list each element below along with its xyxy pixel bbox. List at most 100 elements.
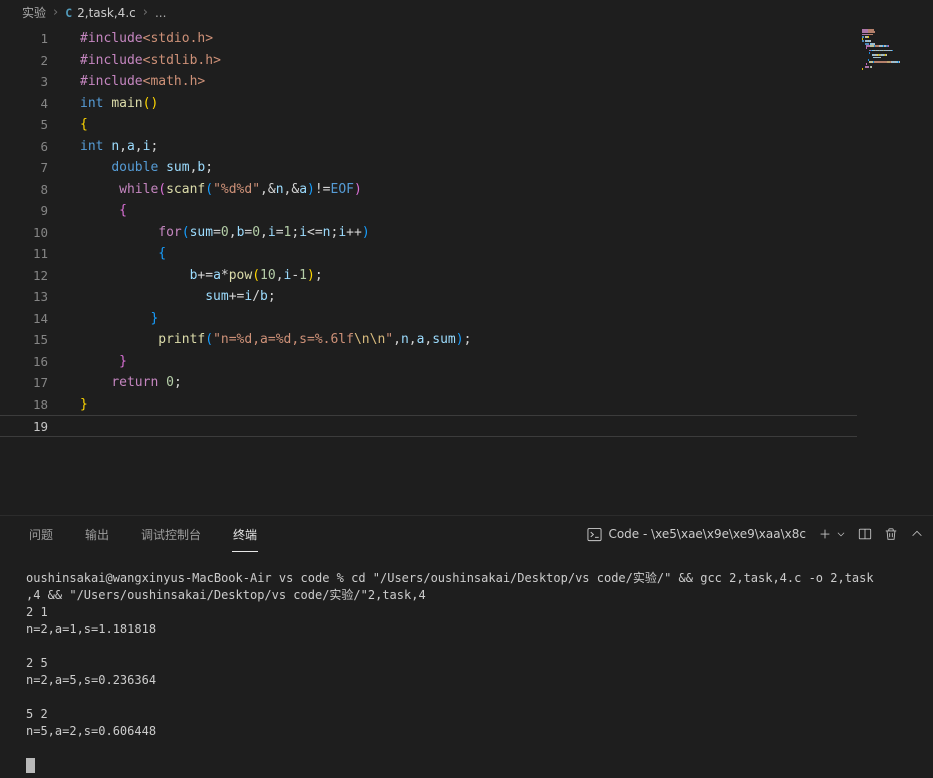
terminal-output[interactable]: oushinsakai@wangxinyus-MacBook-Air vs co… (0, 552, 933, 774)
breadcrumb-symbol-ellipsis[interactable]: ... (155, 6, 166, 20)
split-terminal-button[interactable] (858, 527, 872, 541)
line-number[interactable]: 15 (0, 329, 48, 351)
code-text: printf("n=%d,a=%d,s=%.6lf\n\n",n,a,sum); (158, 332, 472, 347)
c-file-icon: C (65, 5, 73, 20)
code-text: double sum,b; (111, 160, 214, 175)
code-text: b+=a*pow(10,i-1); (189, 267, 323, 283)
line-number[interactable]: 13 (0, 286, 48, 308)
line-number[interactable]: 16 (0, 351, 48, 373)
minimap-line (862, 70, 928, 72)
code-text: return 0; (111, 375, 182, 390)
line-number[interactable]: 5 (0, 114, 48, 136)
terminal-cursor-line (26, 757, 933, 774)
code-text: { (158, 246, 167, 261)
line-number[interactable]: 9 (0, 200, 48, 222)
trash-icon (885, 528, 897, 540)
code-text: while(scanf("%d%d",&n,&a)!=EOF) (119, 181, 362, 197)
terminal-line: n=2,a=5,s=0.236364 (26, 673, 157, 687)
code-line-15[interactable]: 15 printf("n=%d,a=%d,s=%.6lf\n\n",n,a,su… (0, 329, 857, 351)
panel-tabs: 问题 输出 调试控制台 终端 (28, 516, 259, 552)
code-text: } (150, 310, 159, 326)
code-line-11[interactable]: 11 { (0, 243, 857, 265)
terminal-tab[interactable]: Code - \xe5\xae\x9e\xe9\xaa\x8c (587, 527, 806, 542)
code-editor[interactable]: 1 #include<stdio.h> 2 #include<stdlib.h> 3 #i… (0, 25, 933, 515)
line-number[interactable]: 10 (0, 222, 48, 244)
maximize-panel-button[interactable] (910, 527, 924, 541)
breadcrumb-folder[interactable]: 实验 (22, 4, 46, 21)
line-number[interactable]: 6 (0, 136, 48, 158)
code-line-8[interactable]: 8 while(scanf("%d%d",&n,&a)!=EOF) (0, 179, 857, 201)
terminal-line: ,4 && "/Users/oushinsakai/Desktop/vs cod… (26, 588, 426, 602)
kill-terminal-button[interactable] (884, 527, 898, 541)
code-text: } (80, 396, 88, 412)
code-line-7[interactable]: 7 double sum,b; (0, 157, 857, 179)
breadcrumb-file[interactable]: C 2,task,4.c (65, 6, 136, 20)
line-number[interactable]: 18 (0, 394, 48, 416)
line-number[interactable]: 17 (0, 372, 48, 394)
code-line-19[interactable]: 19 (0, 415, 857, 437)
panel-tab-output[interactable]: 输出 (84, 516, 110, 552)
panel-tab-debug-console[interactable]: 调试控制台 (140, 516, 202, 552)
code-lines: 1 #include<stdio.h> 2 #include<stdlib.h> 3 #i… (0, 28, 933, 437)
code-line-16[interactable]: 16 } (0, 351, 857, 373)
terminal-line: oushinsakai@wangxinyus-MacBook-Air vs co… (26, 571, 874, 585)
minimap[interactable] (862, 29, 928, 73)
chevron-up-icon (912, 530, 922, 537)
line-number[interactable]: 3 (0, 71, 48, 93)
code-text: { (119, 203, 127, 218)
code-line-2[interactable]: 2 #include<stdlib.h> (0, 50, 857, 72)
code-line-17[interactable]: 17 return 0; (0, 372, 857, 394)
terminal-line: n=2,a=1,s=1.181818 (26, 622, 157, 636)
code-line-1[interactable]: 1 #include<stdio.h> (0, 28, 857, 50)
line-number[interactable]: 19 (0, 416, 48, 436)
code-text: #include<stdio.h> (80, 31, 214, 46)
line-number[interactable]: 14 (0, 308, 48, 330)
code-line-10[interactable]: 10 for(sum=0,b=0,i=1;i<=n;i++) (0, 222, 857, 244)
code-text: int n,a,i; (80, 138, 159, 154)
code-text: sum+=i/b; (205, 289, 276, 304)
code-text: #include<math.h> (80, 74, 206, 89)
code-text: #include<stdlib.h> (80, 52, 221, 68)
line-number[interactable]: 7 (0, 157, 48, 179)
chevron-right-icon: › (53, 5, 59, 20)
terminal-launch-dropdown-button[interactable] (836, 529, 846, 539)
new-terminal-button[interactable] (818, 527, 832, 541)
terminal-line: 5 2 (26, 707, 48, 721)
panel-tab-problems[interactable]: 问题 (28, 516, 54, 552)
code-line-4[interactable]: 4 int main() (0, 93, 857, 115)
terminal-line: 2 1 (26, 605, 48, 619)
panel-tab-terminal[interactable]: 终端 (232, 516, 259, 552)
breadcrumb-file-label: 2,task,4.c (77, 5, 136, 20)
code-text: int main() (80, 95, 159, 111)
split-icon (858, 528, 872, 540)
code-text: for(sum=0,b=0,i=1;i<=n;i++) (158, 224, 370, 240)
code-line-18[interactable]: 18} (0, 394, 857, 416)
bottom-panel: 问题 输出 调试控制台 终端 Code - \xe5\xae\x9e\xe9\xaa\… (0, 515, 933, 777)
line-number[interactable]: 1 (0, 28, 48, 50)
terminal-line: 2 5 (26, 656, 48, 670)
code-line-5[interactable]: 5{ (0, 114, 857, 136)
code-line-6[interactable]: 6 int n,a,i; (0, 136, 857, 158)
line-number[interactable]: 12 (0, 265, 48, 287)
terminal-title: Code - \xe5\xae\x9e\xe9\xaa\x8c (608, 527, 806, 541)
terminal-cursor (26, 758, 35, 773)
code-line-14[interactable]: 14 } (0, 308, 857, 330)
line-number[interactable]: 2 (0, 50, 48, 72)
code-line-13[interactable]: 13 sum+=i/b; (0, 286, 857, 308)
chevron-right-icon: › (142, 5, 148, 20)
line-number[interactable]: 4 (0, 93, 48, 115)
terminal-icon (587, 527, 602, 541)
plus-icon (820, 529, 830, 539)
code-line-9[interactable]: 9 { (0, 200, 857, 222)
code-line-12[interactable]: 12 b+=a*pow(10,i-1); (0, 265, 857, 287)
panel-toolbar: Code - \xe5\xae\x9e\xe9\xaa\x8c (587, 516, 924, 552)
new-terminal-group (818, 527, 846, 541)
line-number[interactable]: 11 (0, 243, 48, 265)
breadcrumb: 实验 › C 2,task,4.c › ... (0, 0, 933, 25)
code-line-3[interactable]: 3 #include<math.h> (0, 71, 857, 93)
code-text: } (119, 353, 127, 369)
line-number[interactable]: 8 (0, 179, 48, 201)
